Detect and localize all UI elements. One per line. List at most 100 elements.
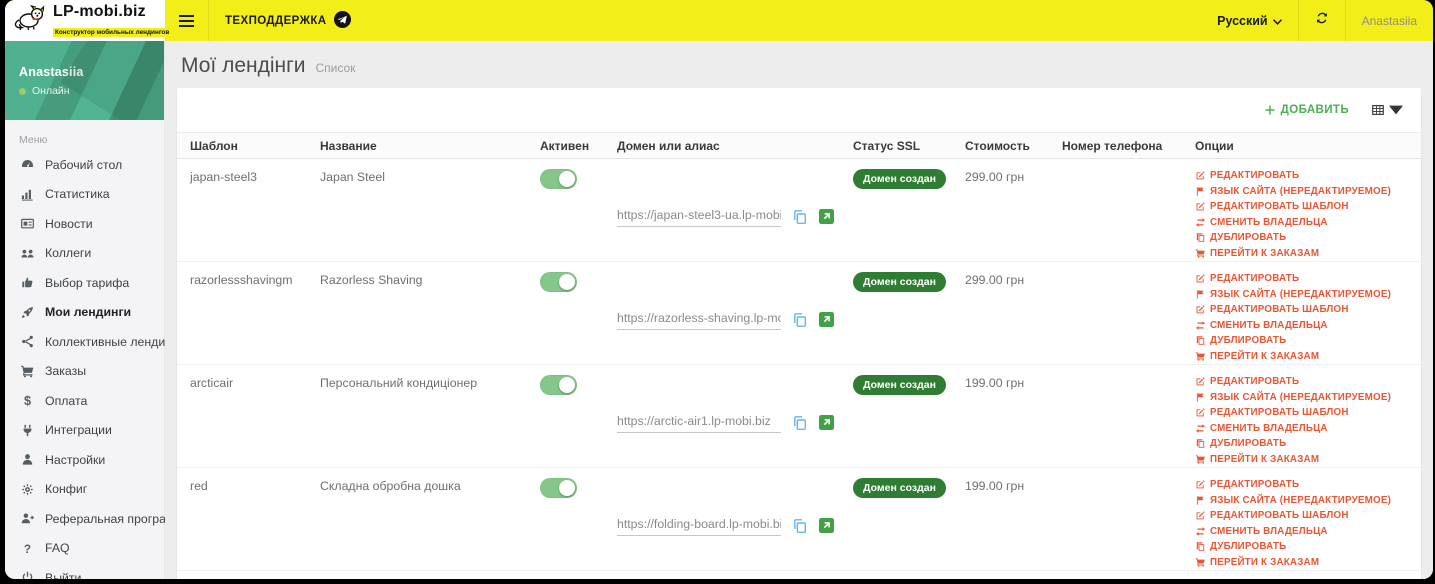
sidebar-item-реферальная-программа[interactable]: Реферальная программа: [5, 504, 190, 534]
sidebar-item-новости[interactable]: Новости: [5, 209, 164, 239]
domain-input[interactable]: [617, 206, 781, 227]
option-редактировать[interactable]: РЕДАКТИРОВАТЬ: [1195, 170, 1413, 181]
option-редактировать[interactable]: РЕДАКТИРОВАТЬ: [1195, 273, 1413, 284]
add-landing-label: ДОБАВИТЬ: [1280, 104, 1349, 116]
sidebar-item-рабочий-стол[interactable]: Рабочий стол: [5, 150, 164, 180]
colleagues-icon: [21, 249, 33, 258]
option-дублировать[interactable]: ДУБЛИРОВАТЬ: [1195, 232, 1413, 243]
active-toggle[interactable]: [540, 375, 577, 395]
sidebar-item-конфиг[interactable]: Конфиг: [5, 475, 164, 505]
menu-toggle-button[interactable]: [165, 0, 208, 41]
column-header: Активен: [540, 138, 590, 153]
option-редактировать-шаблон[interactable]: РЕДАКТИРОВАТЬ ШАБЛОН: [1195, 510, 1413, 521]
option-сменить-владельца[interactable]: СМЕНИТЬ ВЛАДЕЛЬЦА: [1195, 320, 1413, 331]
svg-text:?: ?: [23, 543, 30, 556]
open-site-icon[interactable]: [819, 415, 834, 430]
add-landing-button[interactable]: ДОБАВИТЬ: [1264, 104, 1349, 116]
table-view-dropdown[interactable]: [1371, 103, 1403, 117]
landings-table: Шаблон Название Активен Домен или алиас Стат…: [177, 132, 1421, 579]
sidebar-item-коллеги[interactable]: Коллеги: [5, 239, 164, 269]
exchange-icon: [1196, 526, 1205, 536]
refresh-button[interactable]: [1299, 0, 1345, 41]
copy-domain-icon[interactable]: [792, 518, 808, 534]
template-cell: japan-steel3: [190, 170, 257, 184]
support-button[interactable]: ТЕХПОДДЕРЖКА: [209, 0, 367, 41]
sidebar-item-статистика[interactable]: Статистика: [5, 180, 164, 210]
option-сменить-владельца[interactable]: СМЕНИТЬ ВЛАДЕЛЬЦА: [1195, 217, 1413, 228]
options-cell: РЕДАКТИРОВАТЬ ЯЗЫК САЙТА (НЕРЕДАКТИРУЕМОЕ…: [1195, 168, 1421, 261]
cart-icon: [1195, 557, 1205, 567]
sidebar-user-panel: Anastasiia Онлайн: [5, 41, 164, 120]
option-редактировать[interactable]: РЕДАКТИРОВАТЬ: [1195, 479, 1413, 490]
template-cell: razorlessshavingm: [190, 273, 293, 287]
ssl-status-cell: Домен создан: [853, 374, 965, 467]
domain-input[interactable]: [617, 309, 781, 330]
language-selector[interactable]: Русский: [1201, 0, 1298, 41]
option-дублировать[interactable]: ДУБЛИРОВАТЬ: [1195, 438, 1413, 449]
option-перейти-к-заказам[interactable]: ПЕРЕЙТИ К ЗАКАЗАМ: [1195, 351, 1413, 362]
brand-logo[interactable]: LP-mobi.biz Конструктор мобильных лендин…: [5, 0, 172, 41]
active-toggle[interactable]: [540, 169, 577, 189]
cart-icon: [1195, 454, 1205, 464]
sidebar-item-оплата[interactable]: $ Оплата: [5, 386, 164, 416]
sidebar-item-заказы[interactable]: Заказы: [5, 357, 164, 387]
option-редактировать[interactable]: РЕДАКТИРОВАТЬ: [1195, 376, 1413, 387]
option-сменить-владельца[interactable]: СМЕНИТЬ ВЛАДЕЛЬЦА: [1195, 526, 1413, 537]
options-cell: РЕДАКТИРОВАТЬ ЯЗЫК САЙТА (НЕРЕДАКТИРУЕМОЕ…: [1195, 477, 1421, 570]
table-row: clothes and shoes Чоловічі кросівки Доме…: [177, 571, 1421, 579]
active-toggle[interactable]: [540, 272, 577, 292]
page-title: Мої лендінги: [181, 54, 306, 77]
plug-icon: [23, 424, 31, 436]
phone-cell: [1062, 374, 1195, 467]
phone-cell: [1062, 271, 1195, 364]
option-дублировать[interactable]: ДУБЛИРОВАТЬ: [1195, 541, 1413, 552]
topbar-username[interactable]: Anastasiia: [1346, 0, 1433, 41]
card-toolbar: ДОБАВИТЬ: [177, 88, 1421, 132]
option-редактировать-шаблон[interactable]: РЕДАКТИРОВАТЬ ШАБЛОН: [1195, 407, 1413, 418]
sidebar-item-faq[interactable]: ? FAQ: [5, 534, 164, 564]
sidebar-item-коллективные-лендинги[interactable]: Коллективные лендинги: [5, 327, 183, 357]
toggle-knob: [559, 171, 575, 187]
open-site-icon[interactable]: [819, 312, 834, 327]
option-редактировать-шаблон[interactable]: РЕДАКТИРОВАТЬ ШАБЛОН: [1195, 304, 1413, 315]
copy-domain-icon[interactable]: [792, 312, 808, 328]
option-язык-сайта-нередактируемое-[interactable]: ЯЗЫК САЙТА (НЕРЕДАКТИРУЕМОЕ): [1195, 289, 1413, 300]
domain-input[interactable]: [617, 412, 781, 433]
sidebar-item-label: FAQ: [45, 541, 70, 556]
option-язык-сайта-нередактируемое-[interactable]: ЯЗЫК САЙТА (НЕРЕДАКТИРУЕМОЕ): [1195, 392, 1413, 403]
option-перейти-к-заказам[interactable]: ПЕРЕЙТИ К ЗАКАЗАМ: [1195, 557, 1413, 568]
table-row: arcticair Персональний кондиціонер Домен…: [177, 365, 1421, 468]
sidebar-item-label: Новости: [45, 216, 93, 231]
option-перейти-к-заказам[interactable]: ПЕРЕЙТИ К ЗАКАЗАМ: [1195, 248, 1413, 259]
copy-domain-icon[interactable]: [792, 209, 808, 225]
plus-icon: [1265, 105, 1275, 115]
sidebar-item-label: Интеграции: [45, 423, 112, 438]
sidebar-item-мои-лендинги[interactable]: Мои лендинги: [5, 298, 164, 328]
open-site-icon[interactable]: [819, 518, 834, 533]
edit-icon: [1196, 171, 1205, 180]
sidebar: Anastasiia Онлайн Меню Рабочий стол Стати…: [5, 41, 190, 579]
column-header: Стоимость: [965, 138, 1030, 153]
sidebar-item-label: Коллективные лендинги: [45, 334, 184, 349]
sidebar-item-выйти[interactable]: Выйти: [5, 563, 164, 579]
sidebar-item-интеграции[interactable]: Интеграции: [5, 416, 164, 446]
option-дублировать[interactable]: ДУБЛИРОВАТЬ: [1195, 335, 1413, 346]
domain-input[interactable]: [617, 515, 781, 536]
options-cell: РЕДАКТИРОВАТЬ ЯЗЫК САЙТА (НЕРЕДАКТИРУЕМОЕ…: [1195, 374, 1421, 467]
sidebar-item-настройки[interactable]: Настройки: [5, 445, 164, 475]
option-перейти-к-заказам[interactable]: ПЕРЕЙТИ К ЗАКАЗАМ: [1195, 454, 1413, 465]
option-сменить-владельца[interactable]: СМЕНИТЬ ВЛАДЕЛЬЦА: [1195, 423, 1413, 434]
option-редактировать-шаблон[interactable]: РЕДАКТИРОВАТЬ ШАБЛОН: [1195, 201, 1413, 212]
options-cell: РЕДАКТИРОВАТЬ ЯЗЫК САЙТА (НЕРЕДАКТИРУЕМОЕ…: [1195, 271, 1421, 364]
option-язык-сайта-нередактируемое-[interactable]: ЯЗЫК САЙТА (НЕРЕДАКТИРУЕМОЕ): [1195, 495, 1413, 506]
active-cell: [540, 271, 617, 364]
copy-domain-icon[interactable]: [792, 415, 808, 431]
option-язык-сайта-нередактируемое-[interactable]: ЯЗЫК САЙТА (НЕРЕДАКТИРУЕМОЕ): [1195, 186, 1413, 197]
cart-icon: [20, 365, 33, 378]
active-cell: [540, 374, 617, 467]
exchange-icon: [1196, 423, 1205, 433]
sidebar-item-выбор-тарифа[interactable]: Выбор тарифа: [5, 268, 164, 298]
active-toggle[interactable]: [540, 478, 577, 498]
open-site-icon[interactable]: [819, 209, 834, 224]
